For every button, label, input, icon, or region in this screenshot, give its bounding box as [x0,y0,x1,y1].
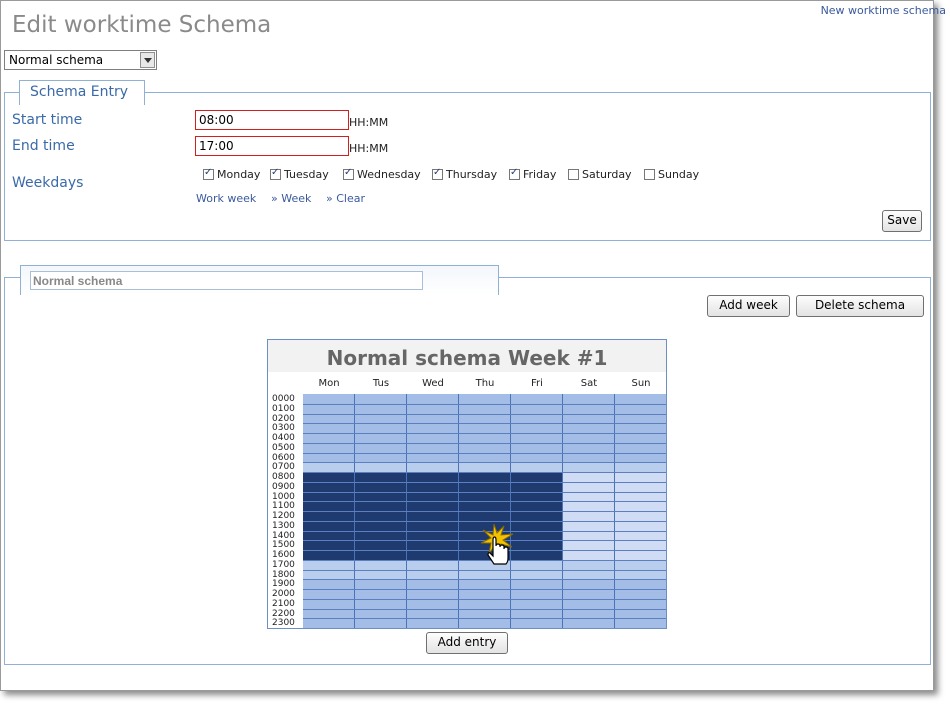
hour-label: 2000 [272,589,295,599]
day-label: Friday [523,168,557,181]
checkbox[interactable] [203,167,214,180]
checkbox[interactable] [270,167,281,180]
week-calendar: Normal schema Week #1 Mon Tus Wed Thu Fr… [267,339,667,629]
add-entry-button[interactable]: Add entry [426,632,508,654]
hour-divider [303,569,666,571]
chevron-down-icon[interactable] [140,52,155,68]
delete-schema-button[interactable]: Delete schema [796,295,924,317]
hour-divider [303,491,666,493]
hour-label: 1700 [272,559,295,570]
hour-label: 0100 [272,403,295,414]
day-friday[interactable]: Friday [509,167,557,181]
day-header: Sat [580,378,598,389]
week-link[interactable]: » Week [271,192,311,205]
hour-label: 1100 [272,501,295,512]
end-time-hint: HH:MM [349,142,389,155]
hour-divider [303,579,666,581]
day-label: Sunday [658,168,700,181]
checkbox[interactable] [432,167,443,180]
schema-select-value: Normal schema [9,53,104,67]
start-time-hint: HH:MM [349,116,389,129]
hour-label: 0900 [272,481,295,492]
day-label: Tuesday [284,168,329,181]
day-tuesday[interactable]: Tuesday [270,167,329,181]
hour-divider [303,472,666,473]
hour-label: 0500 [272,442,295,453]
end-time-input[interactable] [195,136,349,156]
hour-label: 0400 [272,433,295,443]
hour-label: 1400 [272,530,295,541]
new-schema-link[interactable]: New worktime schema [821,4,946,17]
day-header: Mon [318,378,340,389]
start-time-label: Start time [12,112,83,128]
day-label: Wednesday [357,168,421,181]
day-label: Saturday [582,168,632,181]
day-header: Tus [372,378,390,389]
hour-divider [303,589,666,590]
hour-label: 2200 [272,608,295,619]
work-week-link[interactable]: Work week [196,192,256,205]
hour-label: 1300 [272,520,295,531]
hour-divider [303,481,666,483]
hour-divider [303,423,666,425]
hour-label: 1200 [272,511,295,521]
day-header: Wed [422,378,444,389]
hour-label: 0700 [272,462,295,473]
hour-divider [303,403,666,405]
day-monday[interactable]: Monday [203,167,261,181]
hour-label: 2100 [272,598,295,609]
hour-label: 0600 [272,452,295,463]
hour-divider [303,511,666,512]
page-title: Edit worktime Schema [12,12,272,38]
checkbox[interactable] [509,167,520,180]
day-header: Thu [475,378,495,389]
hour-label: 0200 [272,413,295,424]
hour-label: 0800 [272,472,295,482]
day-thursday[interactable]: Thursday [432,167,498,181]
tab-schema-entry[interactable]: Schema Entry [19,80,145,105]
add-week-button[interactable]: Add week [707,295,790,317]
end-time-label: End time [12,138,75,154]
calendar-grid[interactable] [303,394,666,628]
schema-name-input[interactable] [30,271,423,290]
schema-select[interactable]: Normal schema [4,50,157,70]
checkbox[interactable] [343,167,354,180]
schema-entry-panel [4,92,931,241]
start-time-input[interactable] [195,110,349,130]
day-header: Fri [531,378,543,389]
hour-label: 1600 [272,550,295,560]
hour-label: 0300 [272,423,295,434]
hour-label: 1900 [272,579,295,590]
checkbox[interactable] [568,169,579,180]
hour-divider [303,618,666,620]
hour-divider [303,433,666,434]
hour-divider [303,462,666,464]
day-saturday[interactable]: Saturday [568,168,632,181]
checkbox[interactable] [644,169,655,180]
hour-divider [303,452,666,454]
day-label: Monday [217,168,261,181]
hour-divider [303,442,666,444]
calendar-title: Normal schema Week #1 [326,346,608,370]
day-label: Thursday [446,168,498,181]
hour-label: 2300 [272,618,295,629]
save-button[interactable]: Save [882,210,922,232]
hour-divider [303,608,666,610]
day-sunday[interactable]: Sunday [644,168,699,181]
hour-divider [303,501,666,503]
weekdays-label: Weekdays [12,175,84,191]
day-header: Sun [631,378,651,389]
hour-label: 1000 [272,491,295,502]
hour-divider [303,413,666,415]
hour-label: 1800 [272,569,295,580]
day-wednesday[interactable]: Wednesday [343,167,421,181]
hour-divider [303,598,666,600]
hour-label: 1500 [272,540,295,551]
hand-cursor-icon [480,523,514,565]
hour-labels: 0000 0100 0200 0300 0400 0500 0600 0700 0800 0900… [268,394,303,629]
clear-link[interactable]: » Clear [326,192,365,205]
hour-label: 0000 [272,394,295,404]
